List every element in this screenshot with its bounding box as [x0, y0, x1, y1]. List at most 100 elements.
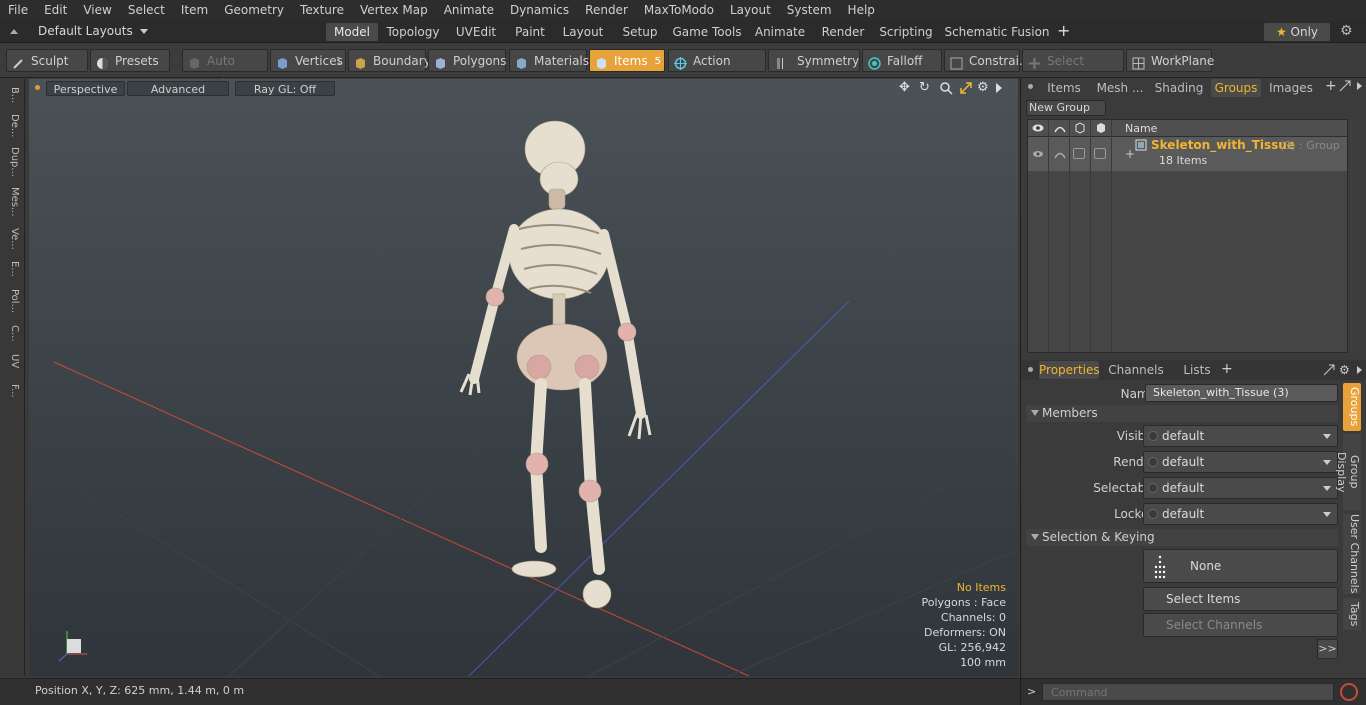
rotate-view-icon[interactable]: ↻: [919, 81, 933, 95]
props-more-arrow-icon[interactable]: [1357, 366, 1362, 374]
tab-animate[interactable]: Animate: [749, 23, 811, 41]
presets-button[interactable]: Presets: [90, 49, 170, 72]
panel-maximize-icon[interactable]: [1339, 80, 1351, 92]
name-field[interactable]: Skeleton_with_Tissue (3): [1145, 384, 1338, 402]
tab-setup[interactable]: Setup: [615, 23, 665, 41]
menu-item-geometry[interactable]: Geometry: [216, 0, 292, 21]
left-tab-9[interactable]: F...: [4, 377, 20, 405]
select-items-button[interactable]: Select Items: [1143, 587, 1338, 611]
action-center-button[interactable]: Action Center: [668, 49, 766, 91]
side-tab-group-display[interactable]: Group Display: [1335, 434, 1361, 510]
falloff-button[interactable]: Falloff: [862, 49, 942, 72]
menu-item-system[interactable]: System: [779, 0, 840, 21]
boundary-button[interactable]: Boundary: [348, 49, 431, 72]
left-tab-8[interactable]: UV: [4, 349, 20, 373]
group-name[interactable]: Skeleton_with_Tissue: [1151, 138, 1295, 152]
tab-render[interactable]: Render: [815, 23, 871, 41]
record-icon[interactable]: [1340, 683, 1358, 701]
group-row[interactable]: + Skeleton_with_Tissue (3) : Group 18 It…: [1028, 137, 1347, 171]
gear-icon[interactable]: ⚙: [1340, 23, 1356, 39]
sculpt-button[interactable]: Sculpt: [6, 49, 88, 72]
top-panel-menu-dot-icon[interactable]: [1028, 84, 1033, 89]
perspective-button[interactable]: Perspective: [46, 81, 125, 96]
left-tab-6[interactable]: Pol...: [4, 285, 20, 317]
raygl-button[interactable]: Ray GL: Off: [235, 81, 335, 96]
workplane-button[interactable]: WorkPlane: [1126, 49, 1214, 72]
zoom-view-icon[interactable]: [939, 81, 953, 95]
menu-item-render[interactable]: Render: [577, 0, 636, 21]
viewport-3d[interactable]: Perspective Advanced Ray GL: Off ✥ ↻ ⚙ N…: [29, 79, 1018, 676]
add-tab-icon[interactable]: +: [1057, 23, 1071, 39]
side-tab-groups[interactable]: Groups: [1343, 383, 1361, 431]
constraints-button[interactable]: Constrai...: [944, 49, 1030, 72]
viewport-expand-arrow-icon[interactable]: [996, 83, 1002, 93]
render-dropdown[interactable]: default: [1143, 451, 1338, 473]
menu-item-view[interactable]: View: [75, 0, 119, 21]
move-view-icon[interactable]: ✥: [899, 81, 913, 95]
layout-selector[interactable]: Default Layouts: [38, 24, 148, 38]
tab-model[interactable]: Model: [326, 23, 378, 41]
menu-item-animate[interactable]: Animate: [436, 0, 502, 21]
props-tab-lists[interactable]: Lists: [1177, 361, 1217, 379]
menu-item-edit[interactable]: Edit: [36, 0, 75, 21]
tab-scripting[interactable]: Scripting: [876, 23, 936, 41]
advanced-button[interactable]: Advanced: [127, 81, 229, 96]
add-props-tab-icon[interactable]: +: [1221, 361, 1233, 377]
locked-dropdown[interactable]: default: [1143, 503, 1338, 525]
layout-toggle-icon[interactable]: [8, 25, 20, 37]
left-tab-0[interactable]: B...: [4, 83, 20, 107]
props-tab-properties[interactable]: Properties: [1039, 361, 1100, 379]
row-locked-checkbox[interactable]: [1094, 148, 1106, 159]
panel-tab-items[interactable]: Items: [1041, 79, 1087, 97]
props-gear-icon[interactable]: ⚙: [1339, 363, 1350, 377]
menu-item-vertex-map[interactable]: Vertex Map: [352, 0, 436, 21]
tab-layout[interactable]: Layout: [555, 23, 611, 41]
left-tab-7[interactable]: C...: [4, 321, 20, 345]
materials-button[interactable]: Materials: [509, 49, 589, 72]
tab-game-tools[interactable]: Game Tools: [669, 23, 745, 41]
props-tab-channels[interactable]: Channels: [1105, 361, 1167, 379]
auto-select-button[interactable]: Auto Select: [182, 49, 268, 91]
menu-item-layout[interactable]: Layout: [722, 0, 779, 21]
row-selectable-checkbox[interactable]: [1073, 148, 1085, 159]
visible-dropdown[interactable]: default: [1143, 425, 1338, 447]
polygons-button[interactable]: Polygons: [428, 49, 506, 72]
left-tab-2[interactable]: Dup...: [4, 145, 20, 179]
group-list-scrollbar[interactable]: [1350, 119, 1360, 353]
expand-plus-icon[interactable]: +: [1125, 147, 1135, 161]
menu-item-texture[interactable]: Texture: [292, 0, 352, 21]
symmetry-button[interactable]: Symmetry: [768, 49, 860, 72]
tab-uvedit[interactable]: UVEdit: [448, 23, 504, 41]
panel-tab-mesh-[interactable]: Mesh ...: [1093, 79, 1147, 97]
tab-topology[interactable]: Topology: [382, 23, 444, 41]
tab-paint[interactable]: Paint: [508, 23, 552, 41]
menu-item-dynamics[interactable]: Dynamics: [502, 0, 577, 21]
new-group-button[interactable]: New Group: [1026, 100, 1106, 116]
viewport-settings-gear-icon[interactable]: ⚙: [977, 81, 991, 95]
menu-item-file[interactable]: File: [0, 0, 36, 21]
only-button[interactable]: ★ Only: [1264, 23, 1330, 41]
members-section[interactable]: Members: [1026, 405, 1338, 422]
selectable-dropdown[interactable]: default: [1143, 477, 1338, 499]
viewport-menu-dot-icon[interactable]: [35, 85, 40, 90]
menu-item-select[interactable]: Select: [120, 0, 173, 21]
menu-item-item[interactable]: Item: [173, 0, 216, 21]
maximize-view-icon[interactable]: [959, 81, 973, 95]
props-panel-menu-dot-icon[interactable]: [1028, 367, 1033, 372]
select-channels-button[interactable]: Select Channels: [1143, 613, 1338, 637]
tab-schematic-fusion[interactable]: Schematic Fusion: [944, 23, 1050, 41]
row-visibility-eye-icon[interactable]: [1032, 149, 1044, 159]
left-tab-3[interactable]: Mes...: [4, 183, 20, 221]
select-through-button[interactable]: Select Through: [1022, 49, 1124, 91]
vertices-button[interactable]: Vertices 1: [270, 49, 346, 72]
row-render-icon[interactable]: [1054, 149, 1066, 159]
more-button[interactable]: >>: [1317, 639, 1338, 659]
panel-tab-shading[interactable]: Shading: [1151, 79, 1207, 97]
keying-none-button[interactable]: None: [1143, 549, 1338, 583]
left-tab-4[interactable]: Ve...: [4, 225, 20, 253]
command-input[interactable]: [1042, 683, 1334, 701]
panel-more-arrow-icon[interactable]: [1357, 82, 1362, 90]
menu-item-help[interactable]: Help: [840, 0, 883, 21]
panel-tab-groups[interactable]: Groups: [1211, 79, 1261, 97]
side-tab-user-channels[interactable]: User Channels: [1343, 514, 1361, 594]
